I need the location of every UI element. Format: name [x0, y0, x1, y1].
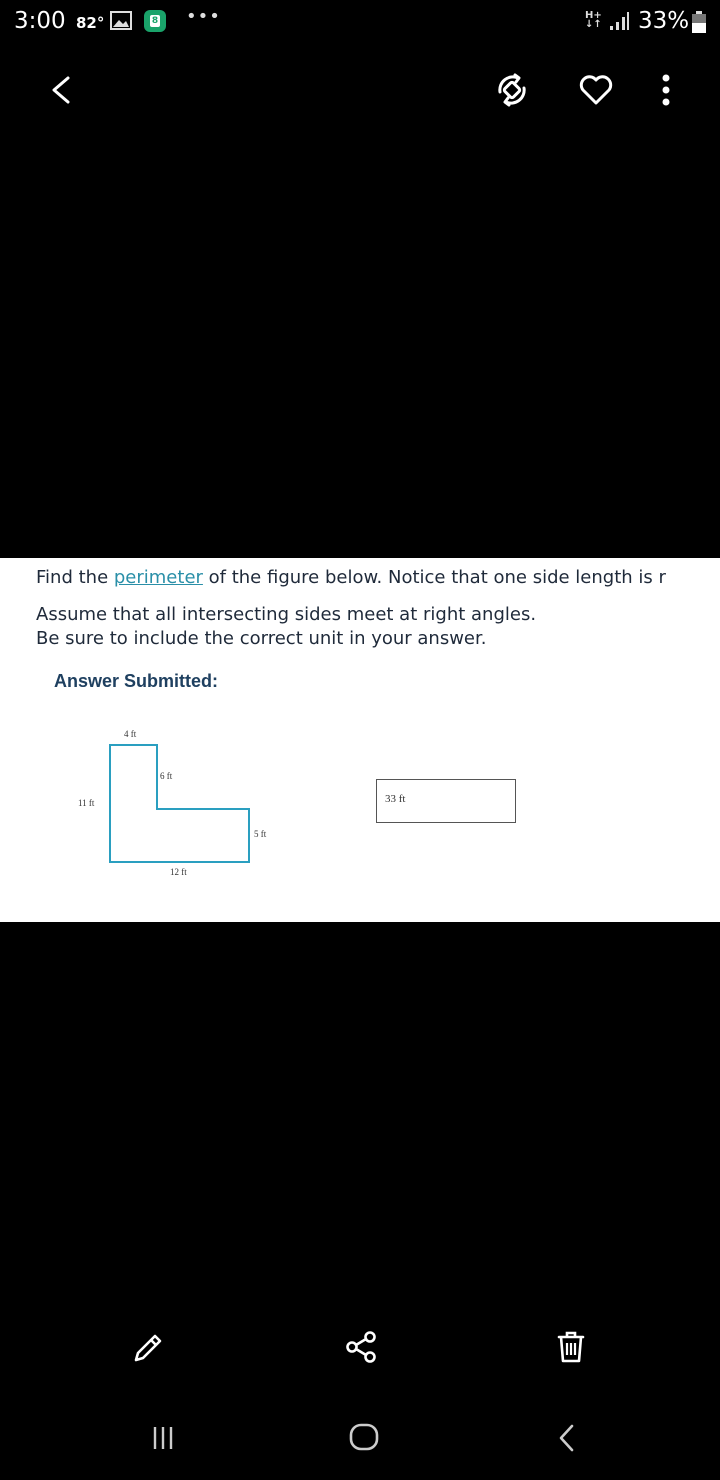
signal-icon — [610, 12, 629, 30]
battery-percent: 33% — [638, 8, 690, 34]
pencil-icon — [134, 1334, 162, 1362]
l-shape-figure — [109, 744, 250, 863]
recent-apps-button[interactable] — [138, 1412, 188, 1462]
status-bar: 3:00 82° 8 ••• H+ ↓↑ 33% — [0, 0, 720, 44]
share-icon — [346, 1331, 376, 1363]
chevron-left-icon — [52, 76, 70, 104]
home-icon — [349, 1423, 379, 1451]
network-arrows-icon: ↓↑ — [585, 19, 602, 30]
network-type: H+ ↓↑ — [585, 11, 602, 30]
nav-back-button[interactable] — [540, 1412, 590, 1462]
recents-icon — [153, 1427, 173, 1449]
back-icon — [559, 1424, 574, 1452]
screenshot-image: Find the perimeter of the figure below. … — [0, 558, 720, 922]
home-button[interactable] — [338, 1412, 388, 1462]
edit-button[interactable] — [122, 1322, 172, 1372]
heart-icon — [579, 75, 613, 105]
label-inner: 6 ft — [160, 771, 173, 781]
app-badge: 8 — [150, 15, 160, 27]
app-notification-icon: 8 — [144, 10, 166, 32]
share-button[interactable] — [336, 1322, 386, 1372]
delete-button[interactable] — [546, 1322, 596, 1372]
auto-rotate-button[interactable] — [488, 66, 536, 114]
status-temperature: 82° — [76, 14, 105, 32]
back-button[interactable] — [36, 66, 84, 114]
more-vertical-icon — [662, 74, 670, 106]
more-options-button[interactable] — [642, 66, 690, 114]
more-notifications-icon: ••• — [186, 6, 221, 27]
label-left: 11 ft — [78, 798, 95, 808]
label-top: 4 ft — [124, 729, 137, 739]
l-shape-outline — [109, 744, 250, 863]
auto-rotate-icon — [498, 73, 526, 107]
trash-icon — [557, 1331, 585, 1363]
answer-box: 33 ft — [376, 779, 516, 823]
gallery-notification-icon — [110, 11, 132, 30]
favorite-button[interactable] — [572, 66, 620, 114]
answer-value: 33 ft — [385, 793, 406, 805]
battery-icon — [692, 11, 706, 33]
label-bottom: 12 ft — [170, 867, 187, 877]
status-time: 3:00 — [14, 8, 66, 34]
label-right: 5 ft — [254, 829, 267, 839]
